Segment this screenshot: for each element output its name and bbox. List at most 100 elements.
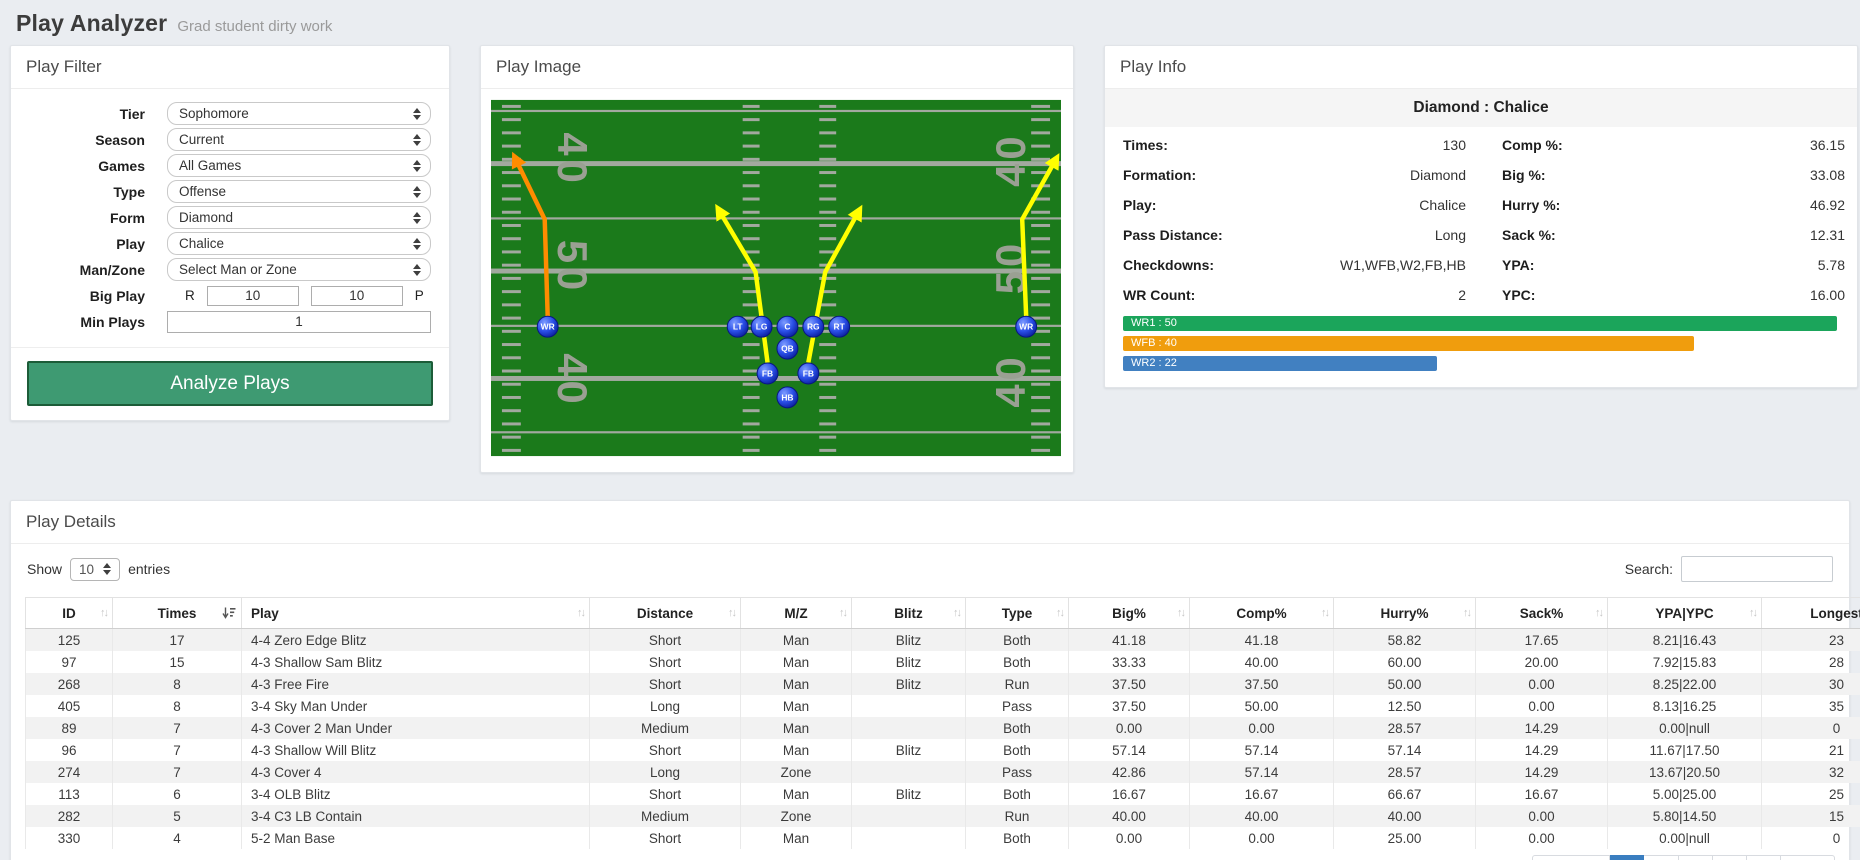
cell-m-z: Man: [741, 783, 852, 805]
filter-select-form[interactable]: Diamond: [167, 206, 431, 229]
big-play-label: Big Play: [27, 288, 145, 304]
player-marker-c[interactable]: C: [777, 316, 798, 337]
cell-m-z: Man: [741, 739, 852, 761]
cell-distance: Long: [590, 761, 741, 783]
filter-select-value: Current: [179, 132, 224, 147]
player-marker-rt[interactable]: RT: [829, 316, 850, 337]
page-button-4[interactable]: 4: [1713, 855, 1747, 860]
cell-play: 5-2 Man Base: [242, 827, 590, 849]
column-header-play[interactable]: Play↑↓: [242, 598, 590, 629]
cell-distance: Short: [590, 827, 741, 849]
cell-play: 3-4 OLB Blitz: [242, 783, 590, 805]
column-header-hurry[interactable]: Hurry%↑↓: [1334, 598, 1476, 629]
page-button-next[interactable]: Next: [1781, 855, 1835, 860]
column-header-blitz[interactable]: Blitz↑↓: [852, 598, 966, 629]
cell-id: 113: [26, 783, 113, 805]
yard-number: 40: [987, 353, 1034, 407]
cell-big: 57.14: [1069, 739, 1190, 761]
filter-select-value: Chalice: [179, 236, 224, 251]
player-marker-lt[interactable]: LT: [727, 316, 748, 337]
stat-value: 12.31: [1810, 227, 1845, 243]
cell-comp: 0.00: [1190, 827, 1334, 849]
column-label: Comp%: [1236, 606, 1286, 621]
cell-m-z: Man: [741, 651, 852, 673]
table-row: 8974-3 Cover 2 Man UnderMediumManBoth0.0…: [26, 717, 1860, 739]
player-marker-qb[interactable]: QB: [777, 338, 798, 359]
filter-select-man-zone[interactable]: Select Man or Zone: [167, 258, 431, 281]
stat-value: Chalice: [1419, 197, 1466, 213]
column-header-m-z[interactable]: M/Z↑↓: [741, 598, 852, 629]
cell-id: 282: [26, 805, 113, 827]
cell-type: Both: [966, 827, 1069, 849]
filter-select-season[interactable]: Current: [167, 128, 431, 151]
sort-both-icon: ↑↓: [1595, 607, 1602, 619]
analyze-plays-button[interactable]: Analyze Plays: [27, 361, 433, 406]
column-header-longest[interactable]: Longest↑↓: [1762, 598, 1860, 629]
stat-label: YPA:: [1502, 257, 1534, 273]
column-header-comp[interactable]: Comp%↑↓: [1190, 598, 1334, 629]
search-input[interactable]: [1681, 556, 1833, 582]
cell-sack: 0.00: [1476, 673, 1608, 695]
cell-ypa-ypc: 8.13|16.25: [1608, 695, 1762, 717]
filter-label-form: Form: [27, 210, 145, 226]
player-marker-fb[interactable]: FB: [757, 363, 778, 384]
filter-select-games[interactable]: All Games: [167, 154, 431, 177]
cell-play: 4-3 Shallow Will Blitz: [242, 739, 590, 761]
column-header-id[interactable]: ID↑↓: [26, 598, 113, 629]
cell-times: 8: [113, 673, 242, 695]
cell-ypa-ypc: 0.00|null: [1608, 827, 1762, 849]
stat-label: YPC:: [1502, 287, 1535, 303]
stat-label: WR Count:: [1123, 287, 1195, 303]
cell-ypa-ypc: 0.00|null: [1608, 717, 1762, 739]
column-header-big[interactable]: Big%↑↓: [1069, 598, 1190, 629]
cell-comp: 16.67: [1190, 783, 1334, 805]
entries-select[interactable]: 10: [70, 558, 120, 581]
cell-blitz: Blitz: [852, 651, 966, 673]
yard-number: 50: [549, 240, 596, 294]
cell-blitz: Blitz: [852, 739, 966, 761]
column-header-sack[interactable]: Sack%↑↓: [1476, 598, 1608, 629]
page-button-2[interactable]: 2: [1644, 855, 1678, 860]
cell-type: Run: [966, 805, 1069, 827]
cell-hurry: 28.57: [1334, 717, 1476, 739]
cell-comp: 57.14: [1190, 761, 1334, 783]
cell-m-z: Man: [741, 673, 852, 695]
filter-select-play[interactable]: Chalice: [167, 232, 431, 255]
filter-select-value: All Games: [179, 158, 241, 173]
page-button-1[interactable]: 1: [1610, 855, 1644, 860]
top-row: Play Filter TierSophomoreSeasonCurrentGa…: [10, 45, 1850, 473]
player-marker-rg[interactable]: RG: [803, 316, 824, 337]
yard-number: 40: [549, 132, 596, 186]
column-header-ypa-ypc[interactable]: YPA|YPC↑↓: [1608, 598, 1762, 629]
svg-text:C: C: [784, 322, 790, 332]
player-marker-lg[interactable]: LG: [751, 316, 772, 337]
page-button-5[interactable]: 5: [1747, 855, 1781, 860]
player-marker-fb[interactable]: FB: [798, 363, 819, 384]
stat-row-comp: Comp %:36.15: [1502, 130, 1845, 160]
svg-text:WR: WR: [541, 322, 555, 332]
big-play-run-input[interactable]: [207, 286, 299, 306]
sort-both-icon: ↑↓: [839, 607, 846, 619]
page-button-previous[interactable]: Previous: [1532, 855, 1611, 860]
cell-blitz: Blitz: [852, 783, 966, 805]
page-button-3[interactable]: 3: [1679, 855, 1713, 860]
filter-row-tier: TierSophomore: [27, 103, 431, 124]
stat-value: Long: [1435, 227, 1466, 243]
cell-m-z: Man: [741, 717, 852, 739]
column-header-distance[interactable]: Distance↑↓: [590, 598, 741, 629]
cell-hurry: 58.82: [1334, 629, 1476, 652]
cell-longest: 15: [1762, 805, 1860, 827]
stat-value: 130: [1443, 137, 1466, 153]
column-header-type[interactable]: Type↑↓: [966, 598, 1069, 629]
cell-comp: 50.00: [1190, 695, 1334, 717]
min-plays-input[interactable]: [167, 311, 431, 333]
player-marker-hb[interactable]: HB: [777, 387, 798, 408]
player-marker-wr[interactable]: WR: [1016, 316, 1037, 337]
player-marker-wr[interactable]: WR: [537, 316, 558, 337]
big-play-pass-input[interactable]: [311, 286, 403, 306]
play-info-heading: Diamond : Chalice: [1105, 89, 1857, 127]
cell-sack: 0.00: [1476, 805, 1608, 827]
column-header-times[interactable]: Times: [113, 598, 242, 629]
filter-select-type[interactable]: Offense: [167, 180, 431, 203]
filter-select-tier[interactable]: Sophomore: [167, 102, 431, 125]
